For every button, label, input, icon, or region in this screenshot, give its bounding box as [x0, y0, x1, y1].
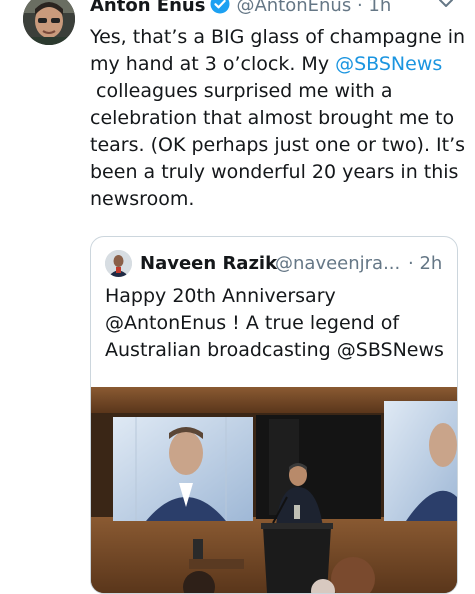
- chevron-down-icon[interactable]: [437, 0, 455, 16]
- tweet-text-line: been a truly wonderful 20 years in this: [90, 161, 459, 183]
- author-avatar[interactable]: [23, 0, 75, 45]
- tweet-text-line: newsroom.: [90, 188, 195, 210]
- tweet-timestamp[interactable]: 1h: [368, 0, 391, 16]
- event-photo-image[interactable]: [91, 387, 457, 593]
- quoted-tweet-text: Happy 20th Anniversary @AntonEnus ! A tr…: [105, 283, 450, 364]
- tweet-text-line: colleagues surprised me with a: [96, 80, 393, 102]
- separator-dot: ·: [408, 253, 414, 274]
- tweet-text-line: my hand at 3 o’clock. My @SBSNews: [90, 51, 470, 78]
- tweet-text: Yes, that’s a BIG glass of champagne in …: [90, 24, 470, 213]
- quoted-author-name: Naveen Razik: [140, 253, 278, 274]
- tweet-text-line: tears. (OK perhaps just one or two). It’…: [90, 134, 466, 156]
- tweet-text-line: celebration that almost brought me to: [90, 107, 455, 129]
- author-name[interactable]: Anton Enus: [90, 0, 205, 16]
- quoted-author-handle: @naveenjra...: [275, 253, 401, 274]
- quoted-text-line: @AntonEnus ! A true legend of: [105, 312, 400, 334]
- tweet-text-segment: my hand at 3 o’clock. My: [90, 53, 336, 75]
- quoted-tweet-card[interactable]: Naveen Razik @naveenjra... · 2h Happy 20…: [90, 236, 458, 594]
- mention-link[interactable]: @SBSNews: [335, 53, 442, 75]
- quoted-tweet-timestamp: · 2h: [408, 250, 442, 278]
- quoted-text-line: Happy 20th Anniversary: [105, 285, 336, 307]
- quoted-text-line: Australian broadcasting @SBSNews: [105, 339, 444, 361]
- separator-dot: ·: [356, 0, 363, 16]
- tweet-header: Anton Enus @AntonEnus · 1h: [90, 0, 391, 20]
- tweet-text-line: Yes, that’s a BIG glass of champagne in: [90, 26, 466, 48]
- verified-badge-icon: [210, 0, 230, 23]
- author-handle[interactable]: @AntonEnus: [236, 0, 351, 16]
- quoted-author-avatar: [105, 250, 132, 277]
- quoted-time-value: 2h: [419, 253, 443, 274]
